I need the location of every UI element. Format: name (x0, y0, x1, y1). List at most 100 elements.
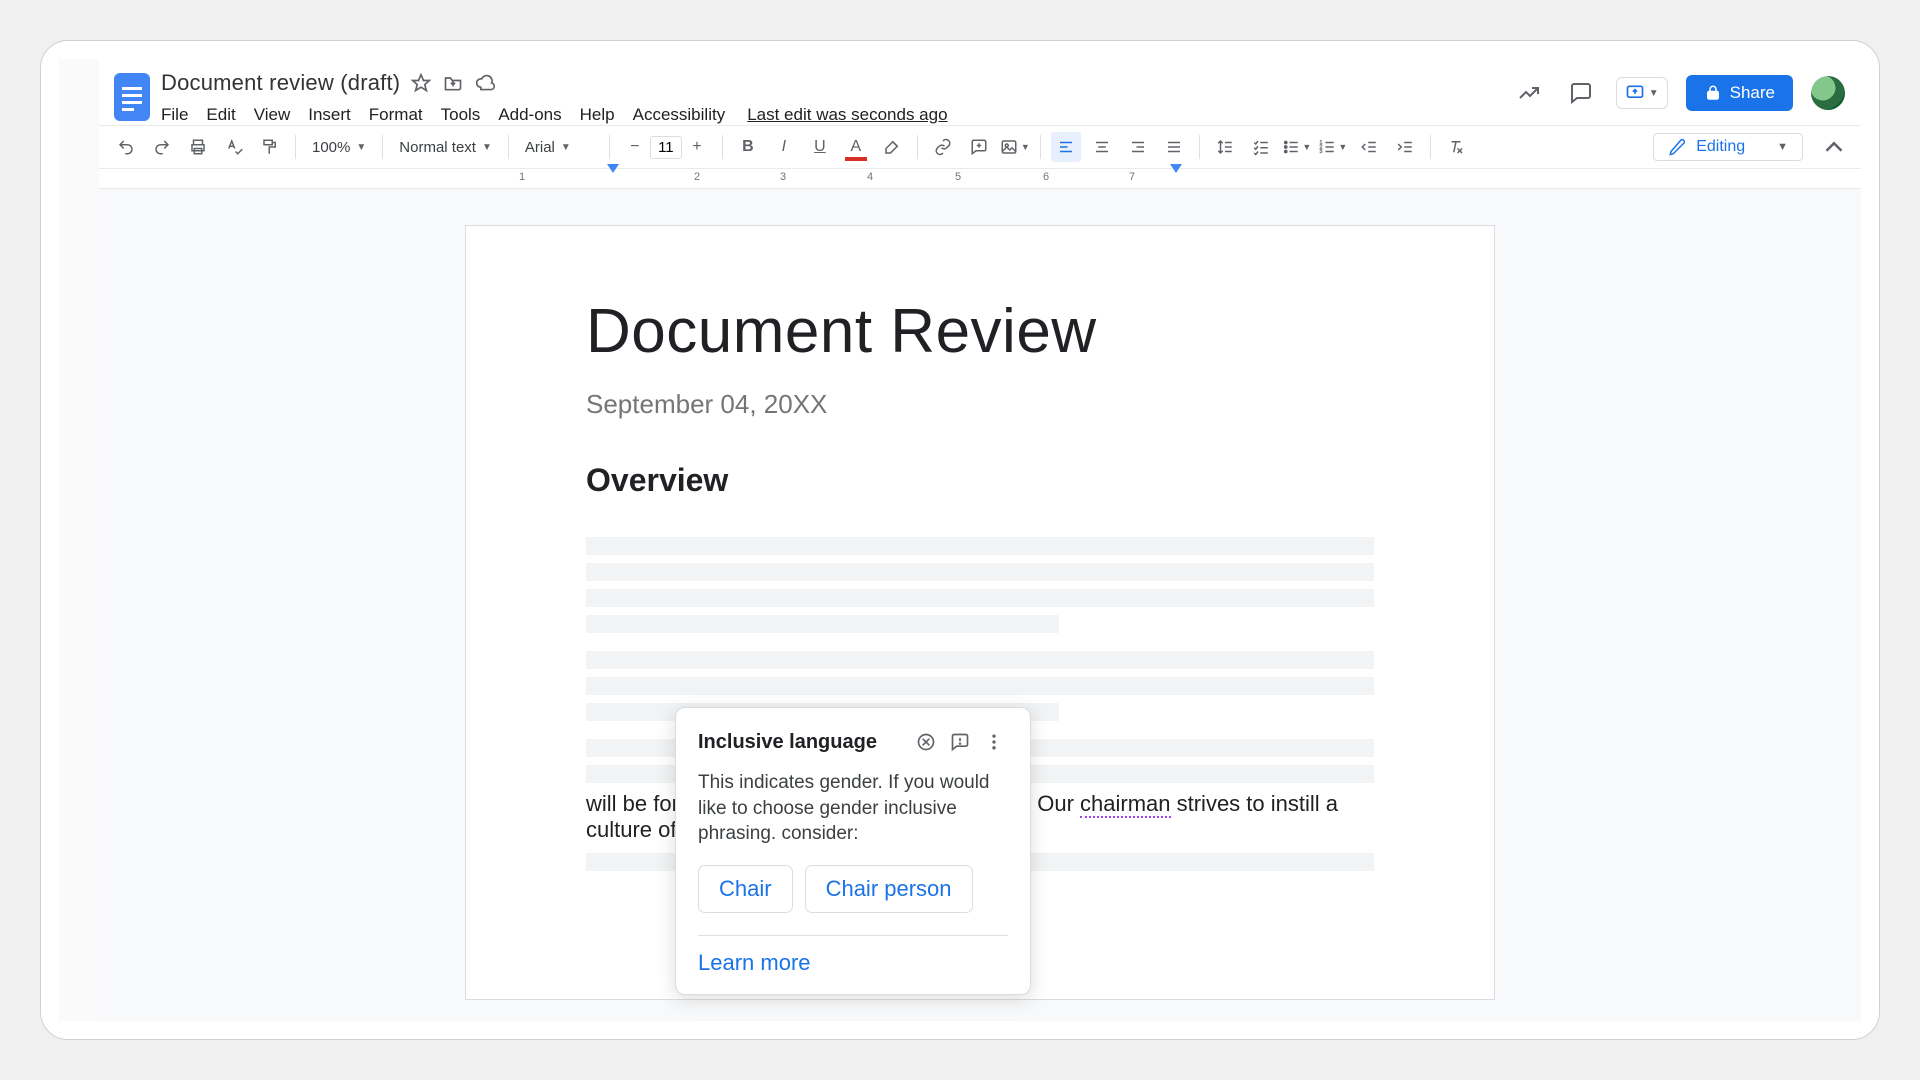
line-spacing-icon[interactable] (1210, 132, 1240, 162)
placeholder-line (586, 563, 1374, 581)
move-folder-icon[interactable] (442, 72, 464, 94)
align-left-icon[interactable] (1051, 132, 1081, 162)
feedback-icon[interactable] (946, 728, 974, 756)
paragraph-style-dropdown[interactable]: Normal text ▼ (393, 139, 498, 156)
cloud-saved-icon[interactable] (474, 72, 496, 94)
ruler-mark: 6 (1043, 171, 1049, 183)
chevron-down-icon: ▼ (1338, 142, 1347, 152)
chevron-down-icon: ▼ (482, 142, 492, 153)
popup-message: This indicates gender. If you would like… (698, 770, 1008, 847)
activity-icon[interactable] (1512, 76, 1546, 110)
document-date[interactable]: September 04, 20XX (586, 389, 1374, 420)
add-comment-icon[interactable] (964, 132, 994, 162)
menu-addons[interactable]: Add-ons (498, 105, 561, 125)
docs-app: Document review (draft) File Edit View I… (99, 59, 1861, 1021)
undo-icon[interactable] (111, 132, 141, 162)
ruler[interactable]: 1 2 3 4 5 6 7 (99, 169, 1861, 189)
dismiss-icon[interactable] (912, 728, 940, 756)
document-title[interactable]: Document review (draft) (161, 70, 400, 96)
menu-view[interactable]: View (254, 105, 291, 125)
device-frame: Document review (draft) File Edit View I… (40, 40, 1880, 1040)
avatar[interactable] (1811, 76, 1845, 110)
separator (1430, 135, 1431, 159)
collapse-toolbar-icon[interactable] (1819, 132, 1849, 162)
ruler-mark: 7 (1129, 171, 1135, 183)
clear-formatting-icon[interactable] (1441, 132, 1471, 162)
canvas: Document Review September 04, 20XX Overv… (99, 189, 1861, 1021)
numbered-list-icon[interactable]: 123▼ (1318, 132, 1348, 162)
paint-format-icon[interactable] (255, 132, 285, 162)
mode-label: Editing (1696, 138, 1745, 156)
underline-icon[interactable]: U (805, 132, 835, 162)
last-edit-link[interactable]: Last edit was seconds ago (747, 105, 947, 125)
toolbar: 100%▼ Normal text▼ Arial▼ − 11 + B I U A… (99, 125, 1861, 169)
title-group: Document review (draft) File Edit View I… (153, 69, 1512, 125)
font-value: Arial (525, 139, 555, 156)
suggestion-chip[interactable]: Chair person (805, 865, 973, 913)
separator (917, 135, 918, 159)
menu-format[interactable]: Format (369, 105, 423, 125)
document-heading[interactable]: Document Review (586, 296, 1374, 367)
zoom-dropdown[interactable]: 100% ▼ (306, 139, 372, 156)
document-subheading[interactable]: Overview (586, 462, 1374, 499)
print-icon[interactable] (183, 132, 213, 162)
font-size-decrease-icon[interactable]: − (620, 132, 650, 162)
font-size-increase-icon[interactable]: + (682, 132, 712, 162)
menu-file[interactable]: File (161, 105, 188, 125)
font-dropdown[interactable]: Arial▼ (519, 139, 599, 156)
redo-icon[interactable] (147, 132, 177, 162)
learn-more-link[interactable]: Learn more (698, 950, 1008, 976)
placeholder-line (586, 651, 1374, 669)
chevron-down-icon: ▼ (356, 142, 366, 153)
separator (295, 135, 296, 159)
style-value: Normal text (399, 139, 476, 156)
menu-help[interactable]: Help (580, 105, 615, 125)
zoom-value: 100% (312, 139, 350, 156)
more-options-icon[interactable] (980, 728, 1008, 756)
menubar: File Edit View Insert Format Tools Add-o… (161, 105, 1512, 125)
placeholder-line (586, 615, 1059, 633)
screen: Document review (draft) File Edit View I… (59, 59, 1861, 1021)
suggestion-chip[interactable]: Chair (698, 865, 793, 913)
font-size-group: − 11 + (620, 132, 712, 162)
menu-insert[interactable]: Insert (308, 105, 351, 125)
bold-icon[interactable]: B (733, 132, 763, 162)
insert-link-icon[interactable] (928, 132, 958, 162)
ruler-mark: 3 (780, 171, 786, 183)
insert-image-icon[interactable]: ▼ (1000, 132, 1030, 162)
menu-accessibility[interactable]: Accessibility (633, 105, 726, 125)
star-icon[interactable] (410, 72, 432, 94)
decrease-indent-icon[interactable] (1354, 132, 1384, 162)
placeholder-line (586, 537, 1374, 555)
separator (1199, 135, 1200, 159)
increase-indent-icon[interactable] (1390, 132, 1420, 162)
spellcheck-icon[interactable] (219, 132, 249, 162)
highlight-icon[interactable] (877, 132, 907, 162)
share-button[interactable]: Share (1686, 75, 1793, 111)
chevron-down-icon: ▼ (1021, 142, 1030, 152)
align-center-icon[interactable] (1087, 132, 1117, 162)
chevron-down-icon: ▼ (1777, 141, 1788, 153)
ruler-mark: 2 (694, 171, 700, 183)
ruler-left-indent-icon[interactable] (607, 173, 619, 185)
menu-edit[interactable]: Edit (206, 105, 235, 125)
ruler-mark: 1 (519, 171, 525, 183)
share-label: Share (1730, 83, 1775, 103)
editing-mode-dropdown[interactable]: Editing ▼ (1653, 133, 1803, 161)
align-right-icon[interactable] (1123, 132, 1153, 162)
text-color-icon[interactable]: A (841, 132, 871, 162)
flagged-word[interactable]: chairman (1080, 791, 1170, 818)
checklist-icon[interactable] (1246, 132, 1276, 162)
placeholder-line (586, 677, 1374, 695)
italic-icon[interactable]: I (769, 132, 799, 162)
bulleted-list-icon[interactable]: ▼ (1282, 132, 1312, 162)
present-button[interactable]: ▼ (1616, 77, 1668, 109)
separator (609, 135, 610, 159)
separator (722, 135, 723, 159)
comments-icon[interactable] (1564, 76, 1598, 110)
align-justify-icon[interactable] (1159, 132, 1189, 162)
ruler-right-indent-icon[interactable] (1170, 173, 1182, 185)
docs-logo-icon[interactable] (111, 69, 153, 125)
menu-tools[interactable]: Tools (441, 105, 481, 125)
font-size-input[interactable]: 11 (650, 136, 682, 159)
